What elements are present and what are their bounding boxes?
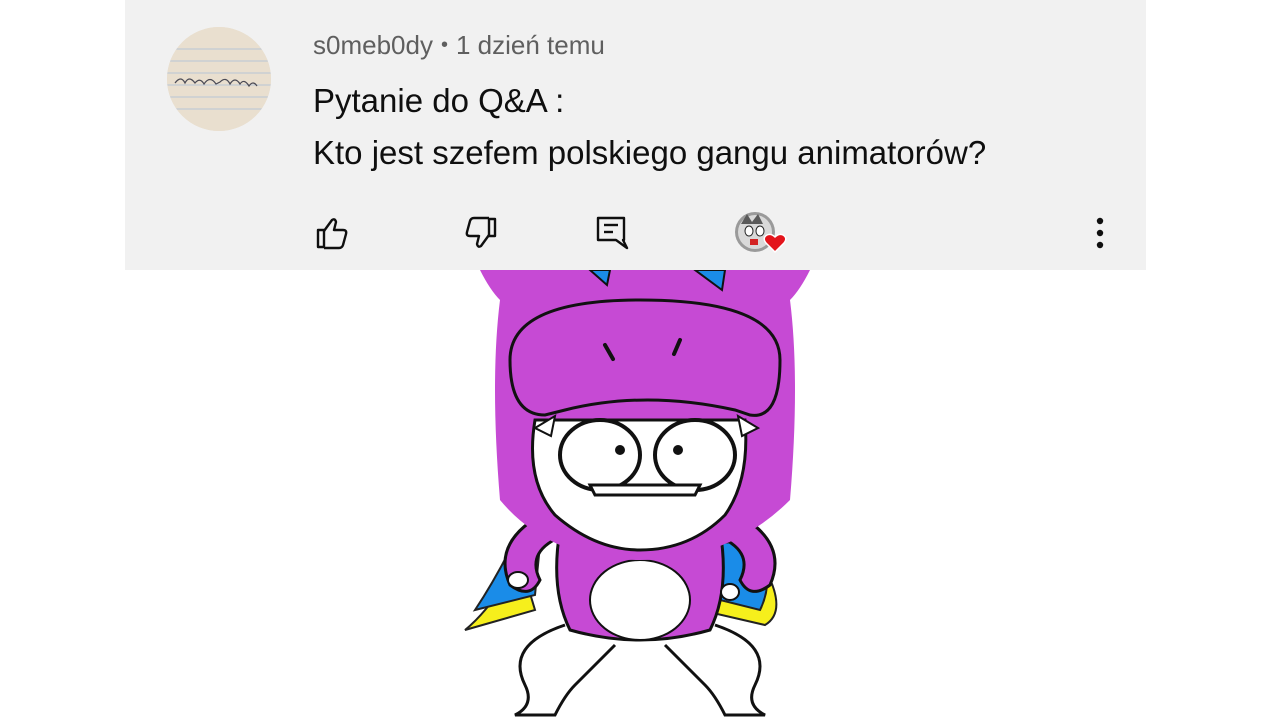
more-options-button[interactable] (1080, 213, 1120, 253)
thumbs-down-icon (465, 216, 497, 248)
author-avatar[interactable] (167, 27, 271, 131)
author-name[interactable]: s0meb0dy (313, 30, 433, 60)
comment-body: Pytanie do Q&A : Kto jest szefem polskie… (313, 75, 986, 179)
creator-heart-icon (735, 212, 787, 254)
thumbs-up-icon (316, 218, 348, 250)
reply-button[interactable] (593, 213, 633, 253)
comment-timestamp[interactable]: 1 dzień temu (456, 30, 605, 60)
creator-heart-badge[interactable] (733, 208, 789, 256)
comment-line: Pytanie do Q&A : (313, 82, 565, 119)
comment-line: Kto jest szefem polskiego gangu animator… (313, 134, 987, 171)
reply-icon (596, 216, 629, 250)
meta-separator: • (440, 34, 448, 56)
character-drawing (440, 269, 840, 720)
purple-dragon-character-illustration (464, 269, 810, 717)
comment-header: s0meb0dy • 1 dzień temu (313, 30, 605, 61)
more-vert-icon (1096, 217, 1104, 249)
comment-card: s0meb0dy • 1 dzień temu Pytanie do Q&A : K… (125, 0, 1146, 270)
dislike-button[interactable] (460, 213, 500, 253)
like-button[interactable] (313, 213, 353, 253)
avatar-image (167, 27, 271, 131)
